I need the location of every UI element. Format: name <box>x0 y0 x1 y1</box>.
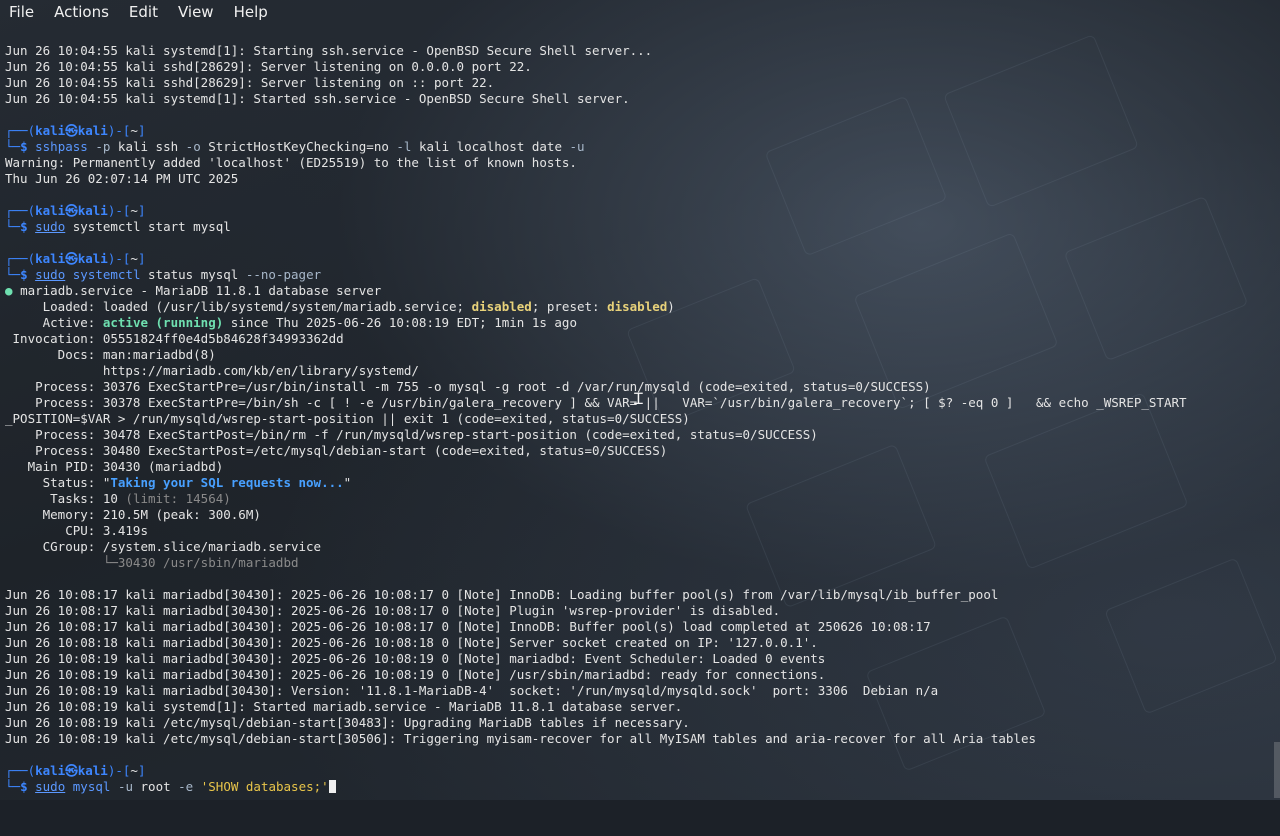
status-cgroup: CGroup: /system.slice/mariadb.service <box>5 539 322 554</box>
journal-line: Jun 26 10:08:19 kali /etc/mysql/debian-s… <box>5 715 690 730</box>
menu-help[interactable]: Help <box>224 0 278 24</box>
status-invocation: Invocation: 05551824ff0e4d5b84628f349933… <box>5 331 344 346</box>
journal-line: Jun 26 10:08:19 kali /etc/mysql/debian-s… <box>5 731 1037 746</box>
journal-line: Jun 26 10:08:18 kali mariadbd[30430]: 20… <box>5 635 818 650</box>
service-header: ● mariadb.service - MariaDB 11.8.1 datab… <box>5 283 382 298</box>
journal-line: Jun 26 10:08:19 kali systemd[1]: Started… <box>5 699 683 714</box>
menu-file[interactable]: File <box>0 0 44 24</box>
menu-edit[interactable]: Edit <box>119 0 168 24</box>
status-tasks: Tasks: 10 (limit: 14564) <box>5 491 231 506</box>
status-docs-url: https://mariadb.com/kb/en/library/system… <box>5 363 419 378</box>
menu-actions[interactable]: Actions <box>44 0 119 24</box>
status-mainpid: Main PID: 30430 (mariadbd) <box>5 459 224 474</box>
status-cgroup-child: └─30430 /usr/sbin/mariadbd <box>5 555 299 570</box>
terminal-menubar: File Actions Edit View Help <box>0 0 1280 24</box>
output-line: Warning: Permanently added 'localhost' (… <box>5 155 577 170</box>
status-docs: Docs: man:mariadbd(8) <box>5 347 216 362</box>
command-line: └─$ sshpass -p kali ssh -o StrictHostKey… <box>5 139 585 154</box>
status-active: Active: active (running) since Thu 2025-… <box>5 315 577 330</box>
journal-line: Jun 26 10:08:17 kali mariadbd[30430]: 20… <box>5 619 931 634</box>
journal-line: Jun 26 10:08:19 kali mariadbd[30430]: 20… <box>5 667 826 682</box>
command-line: └─$ sudo systemctl status mysql --no-pag… <box>5 267 322 282</box>
status-process-wrap: _POSITION=$VAR > /run/mysqld/wsrep-start… <box>5 411 690 426</box>
status-text: Status: "Taking your SQL requests now...… <box>5 475 352 490</box>
journal-line: Jun 26 10:08:17 kali mariadbd[30430]: 20… <box>5 603 781 618</box>
menu-view[interactable]: View <box>168 0 224 24</box>
status-process: Process: 30378 ExecStartPre=/bin/sh -c [… <box>5 395 1187 410</box>
status-process: Process: 30376 ExecStartPre=/usr/bin/ins… <box>5 379 931 394</box>
status-loaded: Loaded: loaded (/usr/lib/systemd/system/… <box>5 299 675 314</box>
journal-line: Jun 26 10:08:19 kali mariadbd[30430]: Ve… <box>5 683 939 698</box>
prompt-line: ┌──(kali㉿kali)-[~] <box>5 251 146 266</box>
prompt-line: ┌──(kali㉿kali)-[~] <box>5 123 146 138</box>
journal-line: Jun 26 10:08:19 kali mariadbd[30430]: 20… <box>5 651 826 666</box>
log-line: Jun 26 10:04:55 kali systemd[1]: Started… <box>5 91 630 106</box>
prompt-line: ┌──(kali㉿kali)-[~] <box>5 763 146 778</box>
command-input-line[interactable]: └─$ sudo mysql -u root -e 'SHOW database… <box>5 779 336 795</box>
status-process: Process: 30480 ExecStartPost=/etc/mysql/… <box>5 443 668 458</box>
log-line: Jun 26 10:04:55 kali systemd[1]: Startin… <box>5 43 653 58</box>
log-line: Jun 26 10:04:55 kali sshd[28629]: Server… <box>5 59 532 74</box>
status-process: Process: 30478 ExecStartPost=/bin/rm -f … <box>5 427 818 442</box>
terminal-output[interactable]: Jun 26 10:04:55 kali systemd[1]: Startin… <box>0 26 1280 800</box>
command-line: └─$ sudo systemctl start mysql <box>5 219 231 234</box>
prompt-line: ┌──(kali㉿kali)-[~] <box>5 203 146 218</box>
status-cpu: CPU: 3.419s <box>5 523 148 538</box>
output-line: Thu Jun 26 02:07:14 PM UTC 2025 <box>5 171 239 186</box>
status-memory: Memory: 210.5M (peak: 300.6M) <box>5 507 261 522</box>
journal-line: Jun 26 10:08:17 kali mariadbd[30430]: 20… <box>5 587 999 602</box>
log-line: Jun 26 10:04:55 kali sshd[28629]: Server… <box>5 75 495 90</box>
text-cursor <box>328 780 336 793</box>
